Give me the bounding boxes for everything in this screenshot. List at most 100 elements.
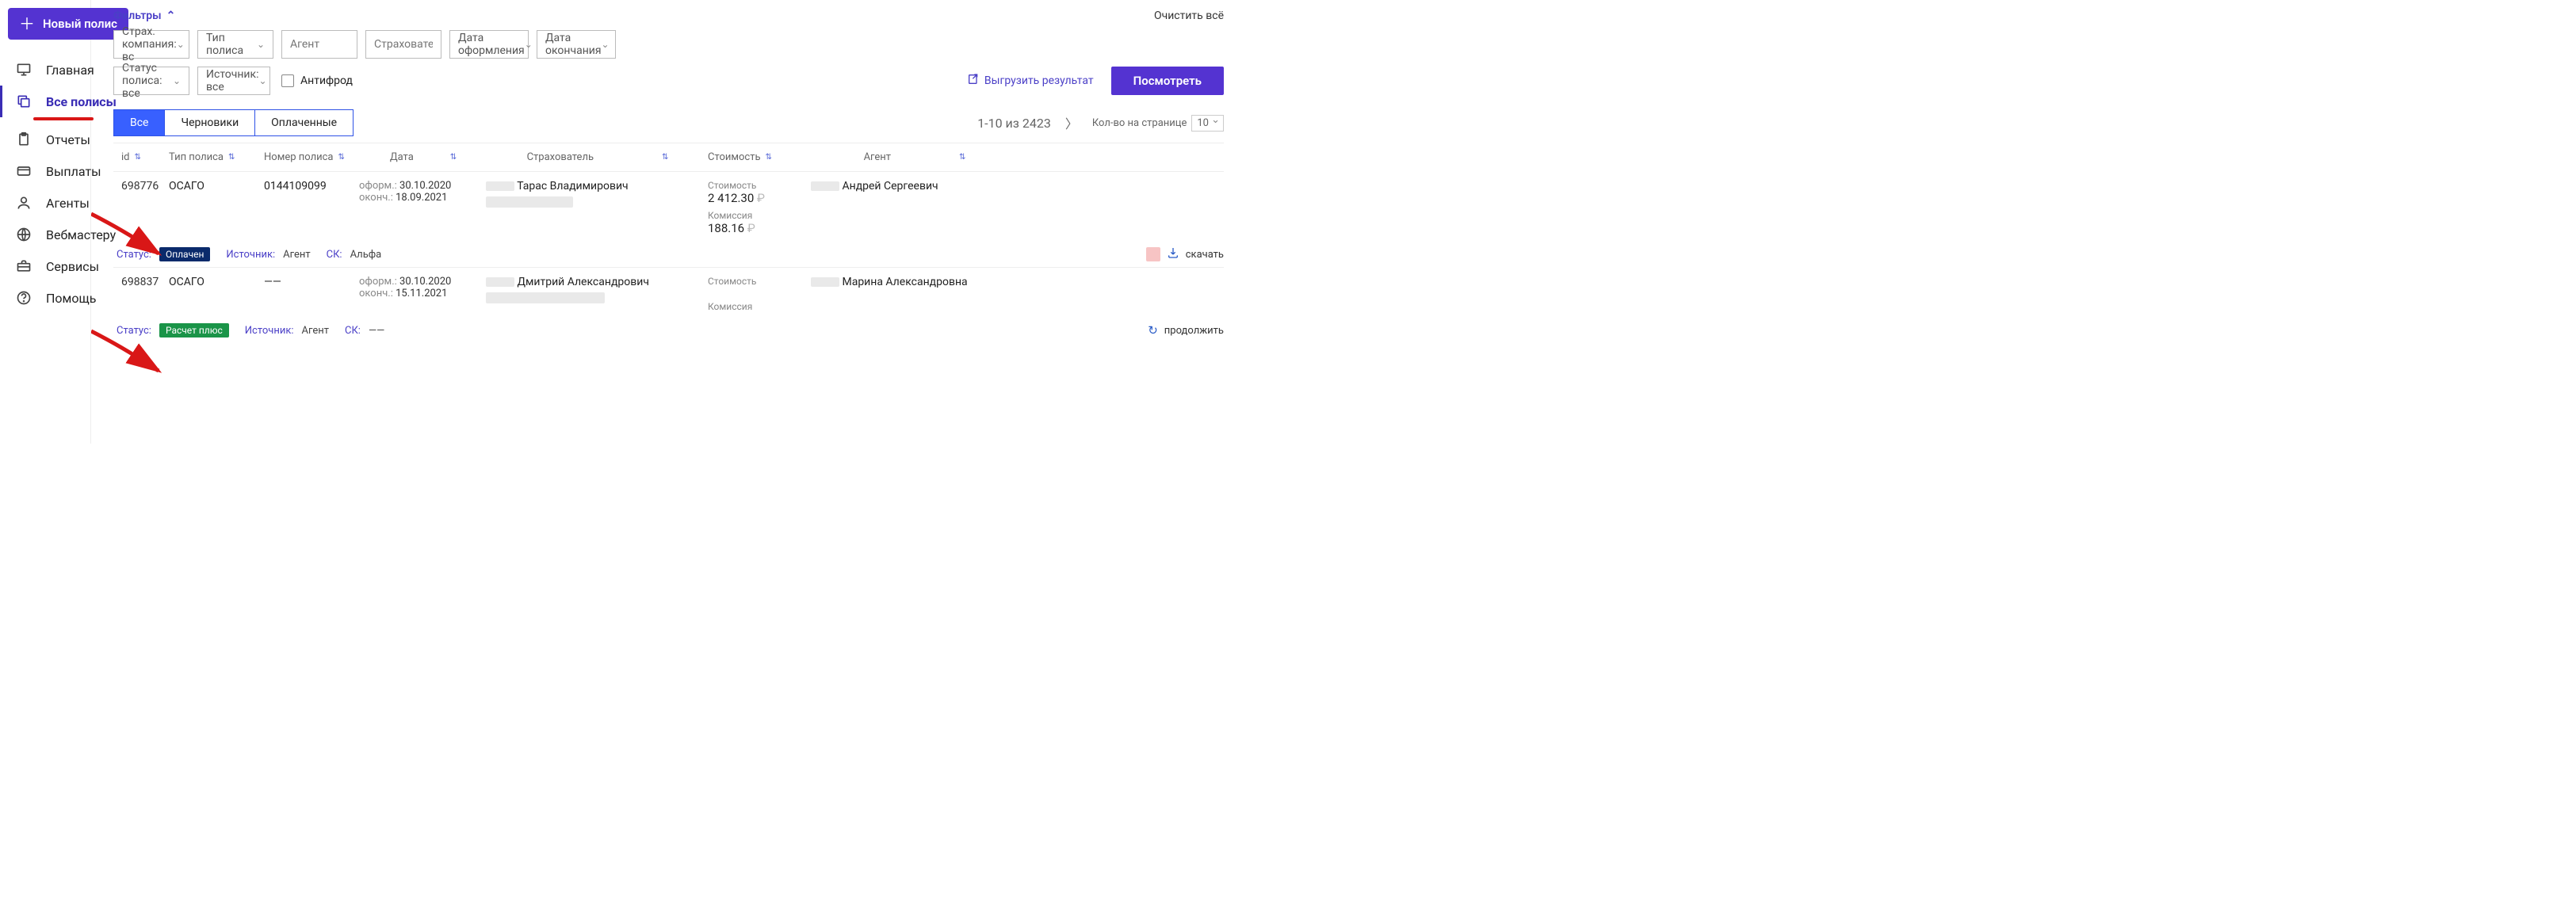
sort-icon: ⇅ [662,153,667,162]
continue-label: продолжить [1164,325,1224,337]
insurer-label: СК: [345,325,361,337]
antifraud-label: Антифрод [300,74,353,87]
main-area: Фильтры ⌃ Очистить всё Страх. компания: … [91,0,1236,444]
redacted-text [811,181,839,191]
filter-source-select[interactable]: Источник: все⌄ [197,67,270,95]
table-row[interactable]: 698837 ОСАГО —— оформ.: 30.10.2020 оконч… [113,268,1224,342]
source-value: Агент [302,325,329,337]
download-label: скачать [1186,249,1224,261]
filters-toggle-label: Фильтры [113,10,162,22]
status-label: Статус: [117,249,151,261]
sidebar-item-label: Агенты [46,196,90,211]
filter-date-end-select[interactable]: Дата окончания⌄ [537,30,616,59]
source-value: Агент [283,249,310,261]
chevron-down-icon: ⌄ [177,39,185,50]
tab-paid[interactable]: Оплаченные [255,110,353,135]
insurer-value: Альфа [350,249,382,261]
filter-holder-input[interactable] [374,38,433,51]
status-label: Статус: [117,325,151,337]
chevron-down-icon: ⌄ [602,39,610,50]
export-label: Выгрузить результат [984,74,1094,87]
annotation-underline [33,117,94,120]
sort-icon: ⇅ [228,153,233,162]
redacted-text [486,292,605,303]
redacted-text [486,181,514,191]
filter-agent-input[interactable] [290,38,349,51]
table-header: id⇅ Тип полиса⇅ Номер полиса⇅ Дата⇅ Стра… [113,143,1224,172]
source-label: Источник: [245,325,294,337]
sidebar-item-label: Главная [46,63,94,78]
col-holder[interactable]: Страхователь⇅ [486,151,708,163]
filter-type-value: Тип полиса [206,32,257,57]
sort-icon: ⇅ [450,153,455,162]
filter-date-end-value: Дата окончания [545,32,602,57]
insurer-label: СК: [327,249,342,261]
filters-toggle[interactable]: Фильтры ⌃ [113,10,175,22]
filter-status-value: Статус полиса: все [122,62,173,100]
pager-range: 1-10 из 2423 [977,116,1051,131]
sort-icon: ⇅ [135,153,140,162]
cell-agent: Андрей Сергеевич [811,180,1017,235]
filter-date-issued-value: Дата оформления [458,32,525,57]
continue-button[interactable]: ↻ продолжить [1148,323,1224,337]
download-icon [1167,246,1179,262]
filter-insurer-select[interactable]: Страх. компания: вс⌄ [113,30,189,59]
filter-agent-input-wrap [281,30,357,59]
insurer-value: —— [369,325,384,337]
monitor-icon [16,62,32,78]
cell-num: 0144109099 [264,180,359,235]
redacted-icon [1146,247,1160,261]
antifraud-checkbox[interactable] [281,74,294,87]
sort-icon: ⇅ [766,153,770,162]
briefcase-icon [16,258,32,274]
user-icon [16,195,32,211]
chevron-down-icon: ⌄ [257,39,265,50]
cell-id: 698837 [113,276,169,312]
cell-date: оформ.: 30.10.2020 оконч.: 15.11.2021 [359,276,486,312]
col-agent[interactable]: Агент⇅ [811,151,1017,163]
cell-agent: Марина Александровна [811,276,1017,312]
per-page-select[interactable]: 10 [1191,115,1224,132]
sort-icon: ⇅ [338,153,342,162]
plus-icon: ＋ [19,16,35,32]
pager-next-button[interactable]: 〉 [1065,113,1078,132]
redacted-text [486,196,573,208]
col-type[interactable]: Тип полиса⇅ [169,151,264,163]
filter-insurer-value: Страх. компания: вс [122,25,177,63]
filter-policy-type-select[interactable]: Тип полиса⌄ [197,30,273,59]
export-icon [967,73,980,89]
export-result-link[interactable]: Выгрузить результат [967,73,1094,89]
tab-drafts[interactable]: Черновики [165,110,255,135]
filter-source-value: Источник: все [206,68,258,93]
col-date[interactable]: Дата⇅ [359,151,486,163]
globe-icon [16,227,32,242]
col-cost[interactable]: Стоимость⇅ [708,151,811,163]
col-id[interactable]: id⇅ [113,151,169,163]
cell-num: —— [264,276,359,312]
chevron-down-icon: ⌄ [258,75,266,86]
clear-filters-link[interactable]: Очистить всё [1154,10,1224,22]
filter-date-issued-select[interactable]: Дата оформления⌄ [449,30,529,59]
status-tabs: Все Черновики Оплаченные [113,109,354,136]
cell-cost: Стоимость 2 412.30 ₽ Комиссия 188.16 ₽ [708,180,811,235]
status-badge: Оплачен [159,247,210,261]
chevron-up-icon: ⌃ [166,10,176,22]
refresh-icon: ↻ [1148,323,1158,337]
per-page-label: Кол-во на странице [1092,117,1187,129]
filter-holder-input-wrap [365,30,441,59]
download-button[interactable]: скачать [1146,246,1224,262]
filter-status-select[interactable]: Статус полиса: все⌄ [113,67,189,95]
view-button[interactable]: Посмотреть [1111,67,1224,95]
cell-type: ОСАГО [169,276,264,312]
cell-type: ОСАГО [169,180,264,235]
cell-date: оформ.: 30.10.2020 оконч.: 18.09.2021 [359,180,486,235]
chevron-down-icon: ⌄ [525,39,533,50]
source-label: Источник: [226,249,275,261]
tab-all[interactable]: Все [114,110,165,135]
clipboard-icon [16,132,32,147]
sidebar-item-label: Отчеты [46,132,90,147]
cell-cost: Стоимость Комиссия [708,276,811,312]
chevron-down-icon: ⌄ [173,75,181,86]
table-row[interactable]: 698776 ОСАГО 0144109099 оформ.: 30.10.20… [113,172,1224,268]
col-num[interactable]: Номер полиса⇅ [264,151,359,163]
